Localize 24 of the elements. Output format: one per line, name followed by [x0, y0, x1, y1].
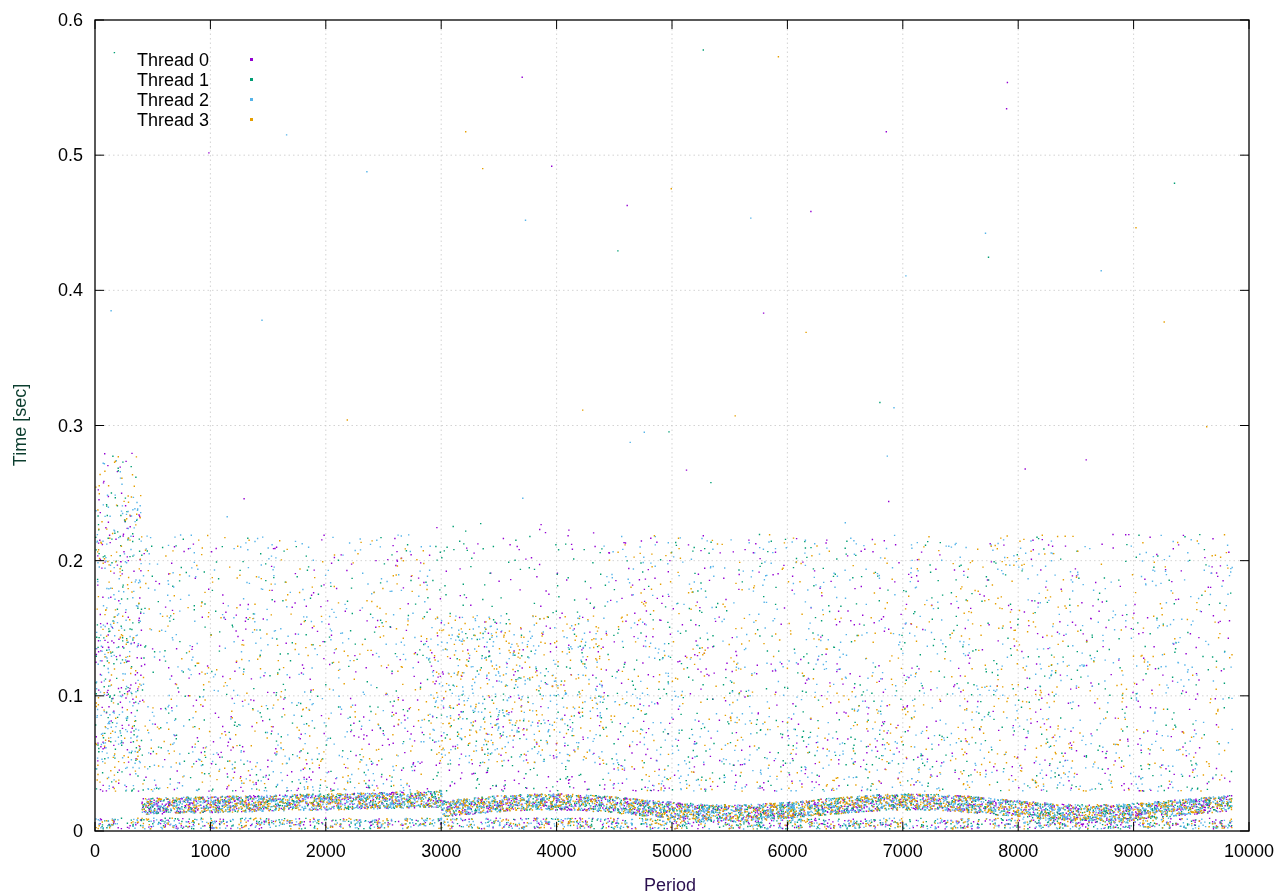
- x-axis-tick-label: 1000: [190, 841, 231, 861]
- x-axis-tick-label: 2000: [305, 841, 346, 861]
- x-axis-tick-label: 6000: [767, 841, 808, 861]
- x-axis-tick-label: 0: [90, 841, 100, 861]
- y-axis-label: Time [sec]: [10, 383, 30, 467]
- y-axis-tick-label: 0.6: [57, 10, 83, 30]
- legend-label: Thread 2: [137, 90, 210, 110]
- y-axis-tick-label: 0.1: [57, 685, 83, 706]
- y-axis-tick-label: 0: [73, 821, 83, 841]
- legend-label: Thread 1: [137, 70, 210, 90]
- y-axis-tick-label: 0.5: [57, 145, 83, 166]
- y-axis-tick-label: 0.2: [57, 550, 83, 571]
- legend-label: Thread 3: [137, 110, 210, 130]
- y-axis-tick-label: 0.3: [57, 415, 83, 436]
- legend-label: Thread 0: [137, 50, 210, 70]
- x-axis-tick-label: 9000: [1113, 841, 1154, 861]
- x-axis-tick-label: 3000: [421, 841, 462, 861]
- x-axis-tick-label: 8000: [998, 841, 1039, 861]
- x-axis-tick-label: 4000: [536, 841, 577, 861]
- x-axis-label: Period: [644, 875, 696, 895]
- x-axis-tick-label: 10000: [1223, 841, 1275, 861]
- x-axis-tick-label: 5000: [652, 841, 692, 861]
- x-axis-tick-label: 7000: [882, 841, 923, 861]
- y-axis-tick-label: 0.4: [57, 280, 83, 301]
